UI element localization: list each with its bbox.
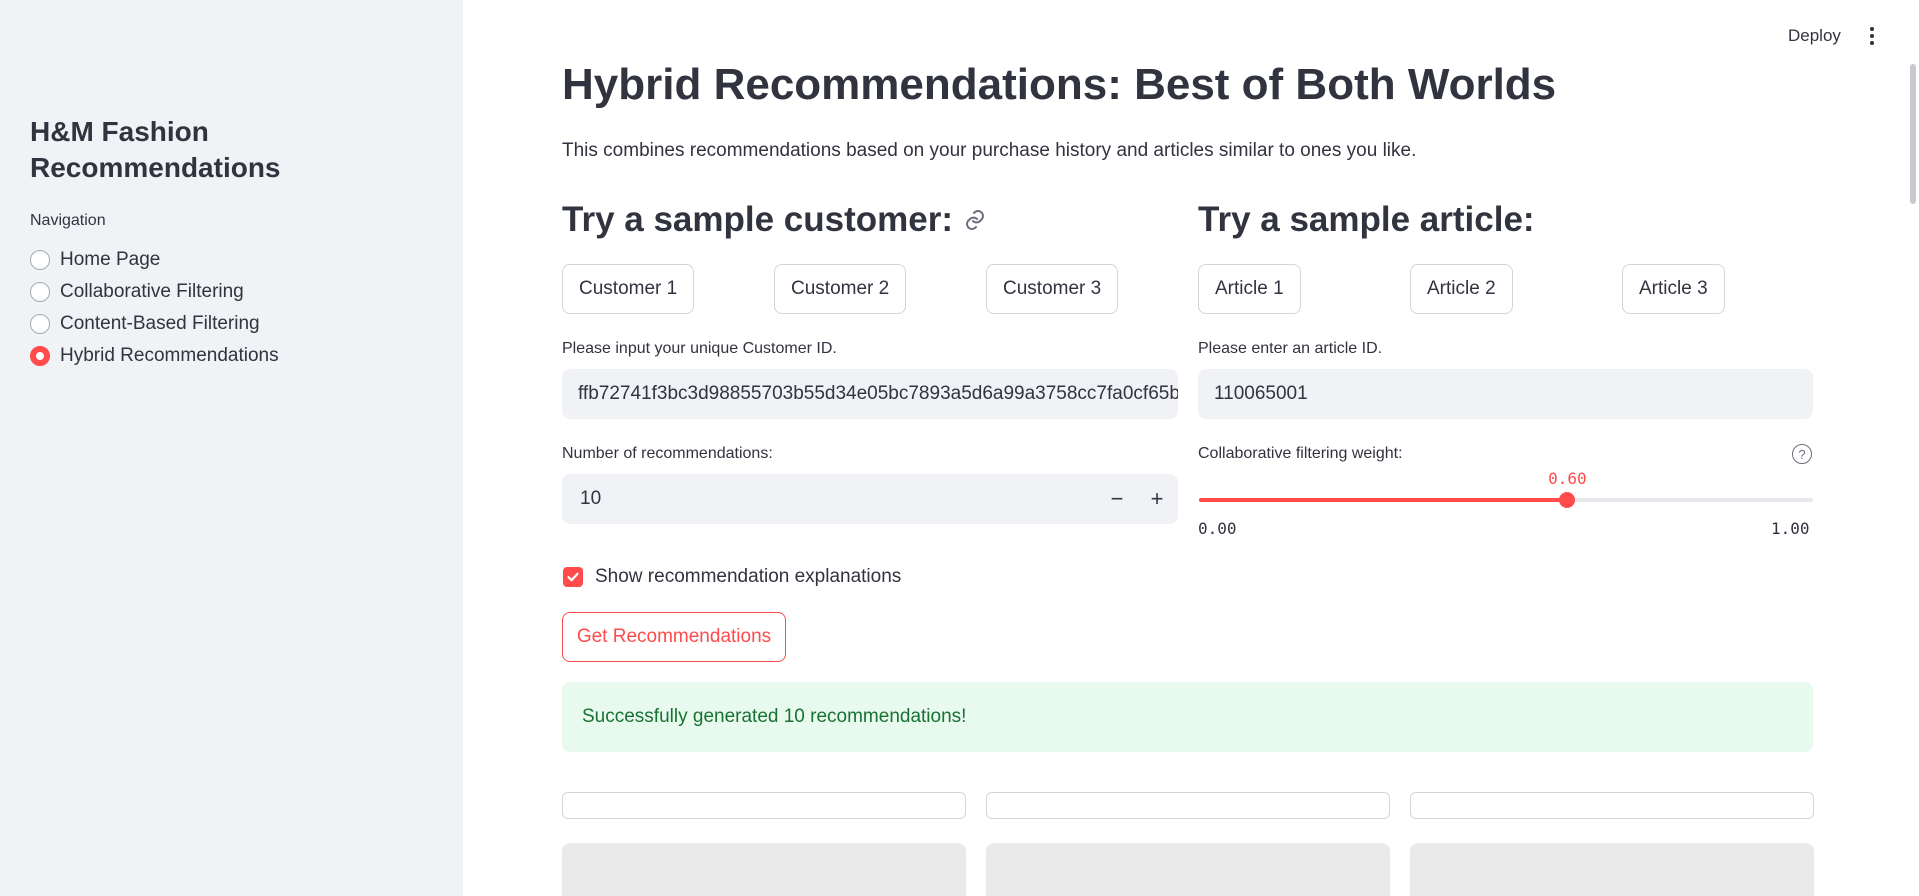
nav-radio-label: Hybrid Recommendations — [60, 345, 279, 366]
cf-weight-slider-track[interactable] — [1199, 492, 1813, 508]
nav-radio-hybrid-recommendations[interactable]: Hybrid Recommendations — [30, 340, 279, 372]
recommendation-card-header — [1410, 792, 1814, 819]
customer-id-input[interactable]: ffb72741f3bc3d98855703b55d34e05bc7893a5d… — [562, 369, 1178, 419]
recommendation-card-header — [562, 792, 966, 819]
help-circle-icon[interactable]: ? — [1792, 444, 1812, 464]
minus-icon[interactable]: − — [1101, 483, 1133, 515]
scrollbar-thumb[interactable] — [1910, 64, 1916, 204]
navigation-label: Navigation — [30, 212, 106, 229]
recommendation-card-header — [986, 792, 1390, 819]
cf-weight-slider-thumb[interactable] — [1559, 492, 1576, 508]
cf-weight-min: 0.00 — [1198, 519, 1237, 538]
customer-1-button[interactable]: Customer 1 — [562, 264, 695, 314]
radio-button-selected[interactable] — [30, 346, 50, 366]
success-alert: Successfully generated 10 recommendation… — [562, 682, 1813, 752]
cf-weight-max: 1.00 — [1771, 519, 1810, 538]
page-description: This combines recommendations based on y… — [562, 140, 1417, 161]
explanations-checkbox[interactable] — [563, 567, 583, 587]
article-1-button[interactable]: Article 1 — [1198, 264, 1301, 314]
radio-button[interactable] — [30, 282, 50, 302]
cf-weight-value: 0.60 — [1548, 469, 1587, 488]
page-title: Hybrid Recommendations: Best of Both Wor… — [562, 60, 1557, 109]
article-3-button[interactable]: Article 3 — [1622, 264, 1725, 314]
more-vertical-icon[interactable] — [1860, 20, 1884, 52]
recommendation-image — [1410, 843, 1814, 896]
recommendation-image — [986, 843, 1390, 896]
nav-radio-home-page[interactable]: Home Page — [30, 244, 160, 276]
cf-weight-slider-fill — [1199, 498, 1568, 502]
article-2-button[interactable]: Article 2 — [1410, 264, 1513, 314]
radio-button[interactable] — [30, 250, 50, 270]
sidebar: H&M Fashion Recommendations Navigation H… — [0, 0, 463, 896]
num-recommendations-stepper[interactable]: 10 — [562, 474, 1178, 524]
sample-customer-heading: Try a sample customer: — [562, 200, 987, 240]
nav-radio-label: Collaborative Filtering — [60, 281, 244, 302]
article-id-input[interactable]: 110065001 — [1198, 369, 1813, 419]
article-id-label: Please enter an article ID. — [1198, 340, 1383, 357]
nav-radio-content-based-filtering[interactable]: Content-Based Filtering — [30, 308, 260, 340]
recommendation-image — [562, 843, 966, 896]
sidebar-title: H&M Fashion Recommendations — [30, 116, 281, 183]
customer-id-label: Please input your unique Customer ID. — [562, 340, 837, 357]
nav-radio-label: Home Page — [60, 249, 161, 270]
deploy-button[interactable]: Deploy — [1776, 20, 1853, 52]
explanations-checkbox-label[interactable]: Show recommendation explanations — [595, 566, 901, 588]
cf-weight-label: Collaborative filtering weight: — [1198, 445, 1403, 462]
sample-customer-heading-text: Try a sample customer: — [562, 200, 953, 239]
customer-2-button[interactable]: Customer 2 — [774, 264, 907, 314]
check-icon — [567, 572, 579, 582]
num-recommendations-label: Number of recommendations: — [562, 445, 773, 462]
radio-button[interactable] — [30, 314, 50, 334]
num-recommendations-value[interactable]: 10 — [580, 474, 601, 524]
sample-article-heading: Try a sample article: — [1198, 200, 1535, 239]
nav-radio-collaborative-filtering[interactable]: Collaborative Filtering — [30, 276, 244, 308]
link-icon[interactable] — [963, 208, 987, 232]
get-recommendations-button[interactable]: Get Recommendations — [562, 612, 786, 662]
nav-radio-label: Content-Based Filtering — [60, 313, 260, 334]
customer-3-button[interactable]: Customer 3 — [986, 264, 1119, 314]
plus-icon[interactable]: + — [1141, 483, 1173, 515]
